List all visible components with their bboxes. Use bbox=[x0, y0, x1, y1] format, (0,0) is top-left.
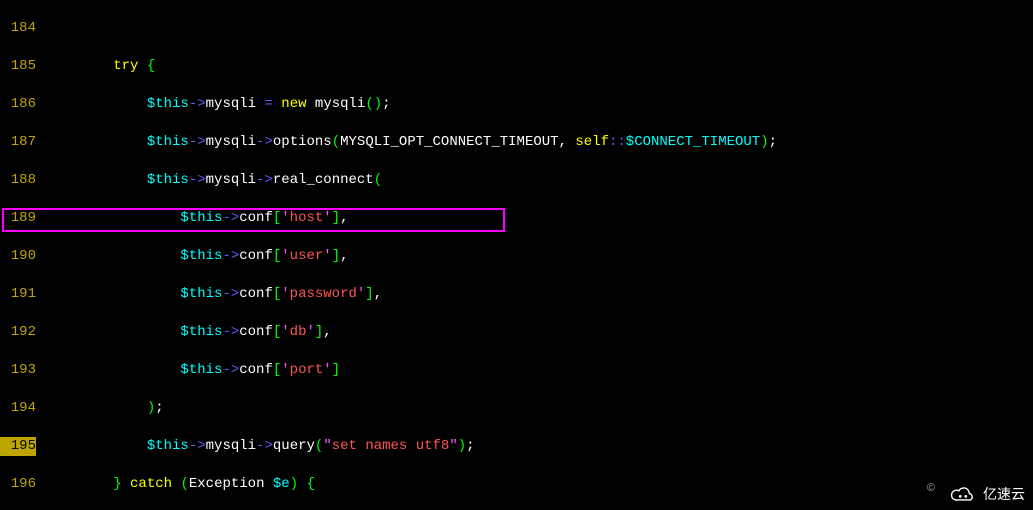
code-line: 189 $this->conf['host'], bbox=[0, 209, 1033, 228]
code-line: 196 } catch (Exception $e) { bbox=[0, 475, 1033, 494]
code-line: 188 $this->mysqli->real_connect( bbox=[0, 171, 1033, 190]
code-editor: 184 185 try { 186 $this->mysqli = new my… bbox=[0, 0, 1033, 510]
code-line-highlighted: 195 $this->mysqli->query("set names utf8… bbox=[0, 437, 1033, 456]
line-number: 190 bbox=[0, 247, 36, 266]
code-line: 187 $this->mysqli->options(MYSQLI_OPT_CO… bbox=[0, 133, 1033, 152]
code-line: 194 ); bbox=[0, 399, 1033, 418]
copyright-symbol: © bbox=[927, 479, 935, 498]
code-line: 190 $this->conf['user'], bbox=[0, 247, 1033, 266]
line-number: 192 bbox=[0, 323, 36, 342]
line-number: 187 bbox=[0, 133, 36, 152]
line-number: 186 bbox=[0, 95, 36, 114]
line-number: 185 bbox=[0, 57, 36, 76]
line-number: 193 bbox=[0, 361, 36, 380]
line-number: 188 bbox=[0, 171, 36, 190]
line-number: 184 bbox=[0, 19, 36, 38]
code-line: 184 bbox=[0, 19, 1033, 38]
code-line: 193 $this->conf['port'] bbox=[0, 361, 1033, 380]
watermark-logo: 亿速云 bbox=[949, 485, 1025, 504]
cloud-icon bbox=[949, 486, 977, 504]
line-number-current: 195 bbox=[0, 437, 36, 456]
code-line: 185 try { bbox=[0, 57, 1033, 76]
line-number: 194 bbox=[0, 399, 36, 418]
line-number: 196 bbox=[0, 475, 36, 494]
line-number: 189 bbox=[0, 209, 36, 228]
watermark-text: 亿速云 bbox=[983, 485, 1025, 504]
code-line: 192 $this->conf['db'], bbox=[0, 323, 1033, 342]
code-line: 191 $this->conf['password'], bbox=[0, 285, 1033, 304]
code-line: 186 $this->mysqli = new mysqli(); bbox=[0, 95, 1033, 114]
line-number: 191 bbox=[0, 285, 36, 304]
